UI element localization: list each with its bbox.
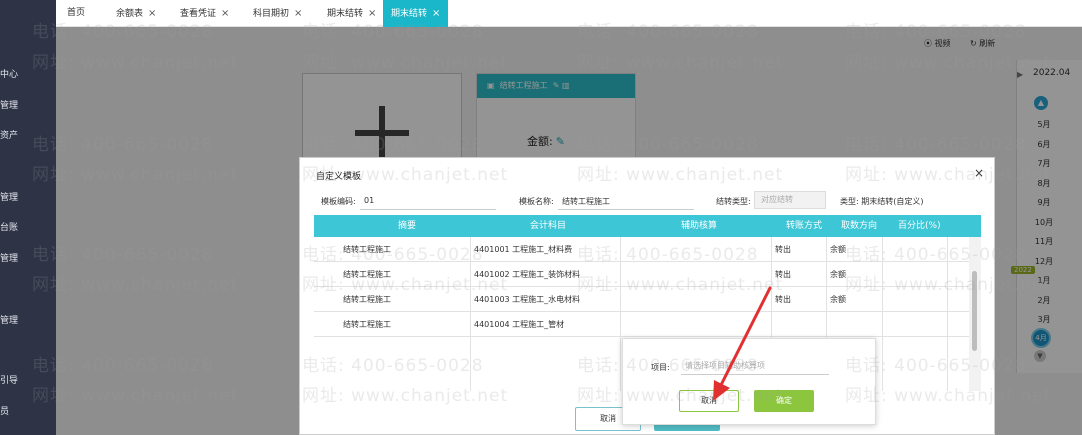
template-code-input[interactable]: 01 (364, 196, 374, 205)
template-name-underline (558, 209, 694, 210)
cell-account[interactable]: 4401001 工程施工_材料费 (474, 237, 572, 262)
aux-project-popup: 项目: 请选择项目辅助核算项﹀ 取消 确定 (622, 338, 876, 425)
template-category-label: 类型: 期末结转(自定义) (840, 197, 924, 206)
dialog-title: 自定义模板 (316, 172, 362, 182)
column-header-method: 转账方式 (786, 221, 823, 231)
tab-view-voucher[interactable]: 查看凭证 × (180, 0, 229, 27)
table-scrollbar[interactable] (969, 237, 981, 391)
sidebar-item-staff[interactable]: 员 (0, 404, 9, 417)
close-icon[interactable]: × (221, 8, 229, 19)
close-icon[interactable]: × (148, 8, 156, 19)
cell-summary[interactable]: 结转工程施工 (343, 262, 391, 287)
sidebar-item-manage-2[interactable]: 管理 (0, 190, 18, 203)
tab-label: 科目期初 (253, 9, 290, 19)
popup-cancel-button[interactable]: 取消 (679, 390, 739, 412)
cell-direction[interactable]: 余额 (830, 237, 846, 262)
cell-direction[interactable]: 余额 (830, 287, 846, 312)
sidebar-item-manage[interactable]: 管理 (0, 98, 18, 111)
cell-summary[interactable]: 结转工程施工 (343, 312, 391, 337)
table-header: 摘要 会计科目 辅助核算 转账方式 取数方向 百分比(%) (314, 215, 981, 237)
tab-bar: 首页 余额表 × 查看凭证 × 科目期初 × 期末结转 × 期末结转 × (56, 0, 1082, 27)
left-sidebar: 中心 管理 资产 管理 台账 管理 管理 引导 员 (0, 0, 56, 435)
project-select-placeholder: 请选择项目辅助核算项 (685, 361, 765, 370)
carry-type-label: 结转类型: (716, 197, 751, 206)
cell-method[interactable]: 转出 (775, 287, 791, 312)
template-code-label: 模板编码: (321, 197, 356, 206)
sidebar-item-manage-3[interactable]: 管理 (0, 251, 18, 264)
cell-method[interactable]: 转出 (775, 237, 791, 262)
table-row[interactable]: 结转工程施工 4401004 工程施工_管材 (314, 312, 969, 337)
column-header-summary: 摘要 (398, 221, 417, 231)
tab-label: 查看凭证 (180, 9, 217, 19)
tab-label: 首页 (67, 8, 86, 18)
column-header-percent: 百分比(%) (898, 221, 941, 231)
cell-account[interactable]: 4401003 工程施工_水电材料 (474, 287, 580, 312)
column-header-aux: 辅助核算 (681, 221, 718, 231)
tab-balance-sheet[interactable]: 余额表 × (116, 0, 156, 27)
template-name-input[interactable]: 结转工程施工 (562, 196, 610, 207)
tab-period-end-carry-active[interactable]: 期末结转 × (383, 0, 449, 27)
close-icon[interactable]: × (974, 166, 984, 180)
tab-period-end-carry[interactable]: 期末结转 × (327, 0, 376, 27)
template-name-label: 模板名称: (519, 197, 554, 206)
sidebar-item-center[interactable]: 中心 (0, 67, 18, 80)
carry-type-input: 对应结转 (754, 191, 826, 209)
cell-account[interactable]: 4401002 工程施工_装饰材料 (474, 262, 580, 287)
cell-direction[interactable]: 余额 (830, 262, 846, 287)
column-header-direction: 取数方向 (841, 221, 878, 231)
sidebar-item-guide[interactable]: 引导 (0, 373, 18, 386)
tab-label: 期末结转 (327, 9, 364, 19)
cell-account[interactable]: 4401004 工程施工_管材 (474, 312, 564, 337)
project-label: 项目: (651, 363, 670, 372)
tab-account-opening[interactable]: 科目期初 × (253, 0, 302, 27)
scrollbar-thumb[interactable] (972, 271, 977, 351)
close-icon[interactable]: × (368, 8, 376, 19)
cell-method[interactable]: 转出 (775, 262, 791, 287)
column-header-account: 会计科目 (530, 221, 567, 231)
table-row[interactable]: 结转工程施工 4401002 工程施工_装饰材料 转出 余额 (314, 262, 969, 287)
table-row[interactable]: 结转工程施工 4401001 工程施工_材料费 转出 余额 (314, 237, 969, 262)
table-row[interactable]: 结转工程施工 4401003 工程施工_水电材料 转出 余额 (314, 287, 969, 312)
sidebar-item-ledger[interactable]: 台账 (0, 220, 18, 233)
close-icon[interactable]: × (432, 8, 440, 19)
tab-label: 余额表 (116, 9, 144, 19)
cell-summary[interactable]: 结转工程施工 (343, 287, 391, 312)
template-code-underline (360, 209, 496, 210)
tab-home[interactable]: 首页 (67, 0, 85, 27)
project-select[interactable]: 请选择项目辅助核算项﹀ (681, 357, 829, 375)
tab-label: 期末结转 (391, 9, 428, 19)
sidebar-item-assets[interactable]: 资产 (0, 128, 18, 141)
cell-summary[interactable]: 结转工程施工 (343, 237, 391, 262)
close-icon[interactable]: × (294, 8, 302, 19)
popup-confirm-button[interactable]: 确定 (754, 390, 814, 412)
sidebar-item-manage-4[interactable]: 管理 (0, 313, 18, 326)
